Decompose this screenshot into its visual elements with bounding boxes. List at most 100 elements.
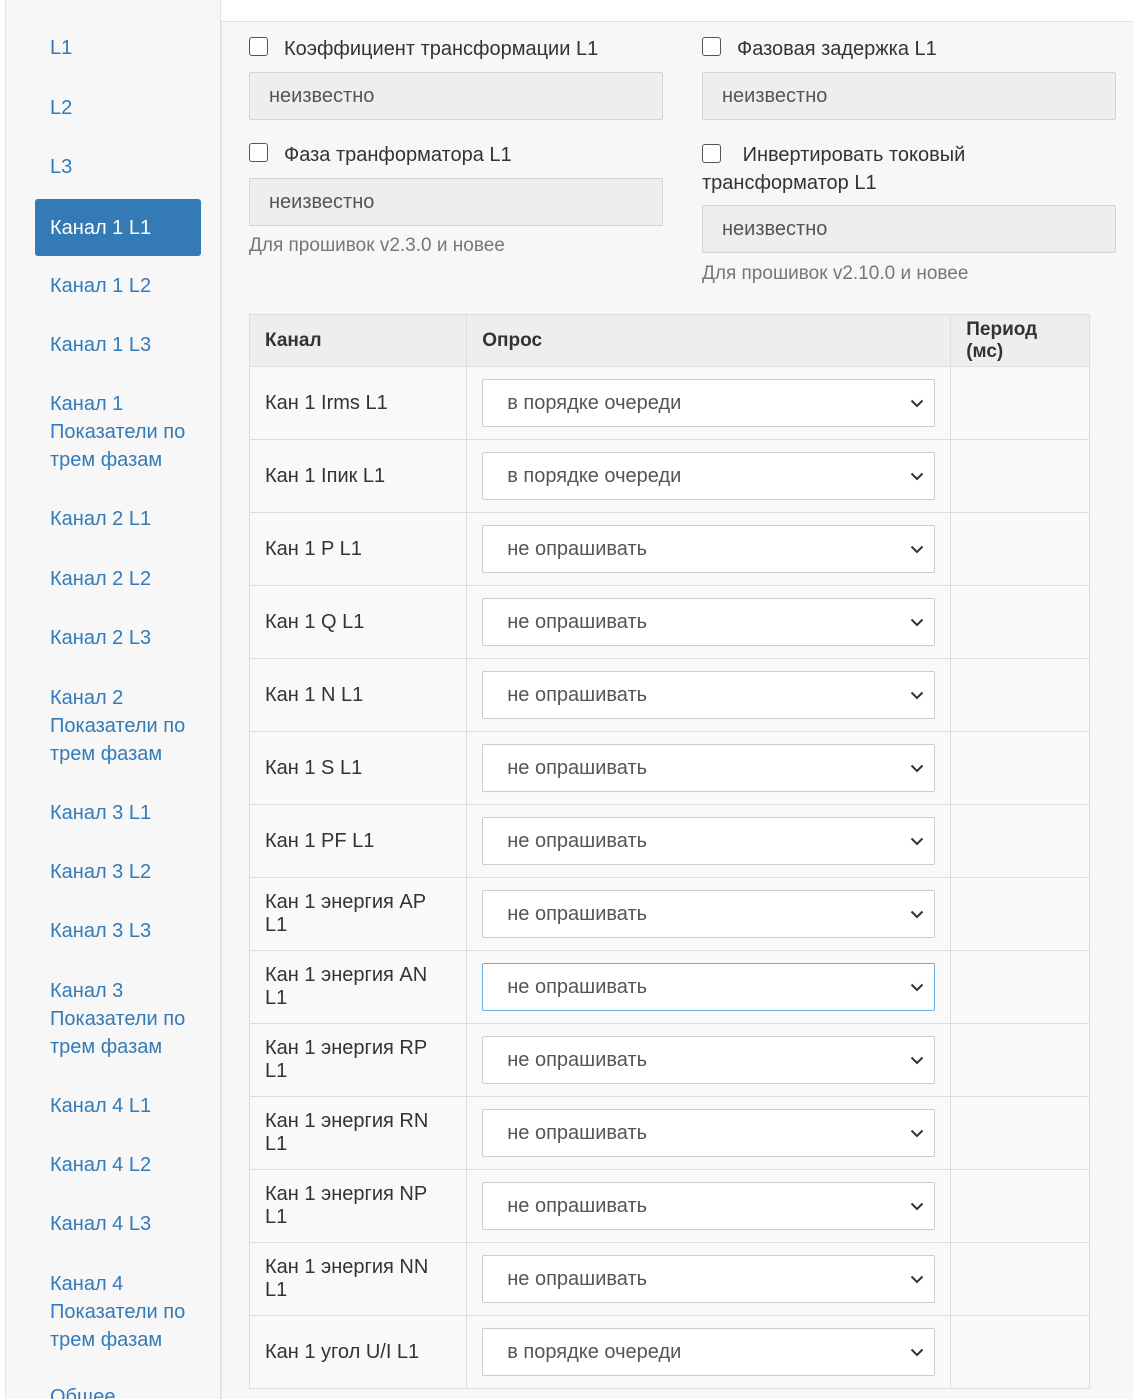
channel-name: Кан 1 Iпик L1 [248,439,468,513]
period-cell [950,877,1090,951]
header-poll: Опрос [466,314,952,367]
nav-item-channel2-three-phase[interactable]: Канал 2 Показатели по трем фазам [35,684,201,768]
nav-item-channel3-l1[interactable]: Канал 3 L1 [35,799,201,827]
poll-select[interactable]: не опрашивать [482,817,936,865]
poll-select[interactable]: в порядке очереди [482,452,936,500]
poll-cell: не опрашивать [466,804,952,878]
poll-select[interactable]: в порядке очереди [482,379,936,427]
poll-select[interactable]: не опрашивать [482,598,936,646]
poll-select[interactable]: не опрашивать [482,744,936,792]
poll-select-value: не опрашивать [507,1267,648,1290]
header-channel: Канал [248,314,468,367]
channel-name: Кан 1 Q L1 [248,585,468,659]
table-row: Кан 1 Irms L1 в порядке очереди [248,366,1090,440]
poll-select[interactable]: в порядке очереди [482,1328,936,1376]
nav-item-channel3-l3[interactable]: Канал 3 L3 [35,917,201,945]
poll-select[interactable]: не опрашивать [482,1255,936,1303]
phase-field: неизвестно [249,178,663,226]
poll-cell: в порядке очереди [466,366,952,440]
header-period: Период (мс) [950,314,1090,367]
chevron-down-icon [911,1202,924,1211]
channel-name: Кан 1 энергия AP L1 [248,877,468,951]
phase-checkbox[interactable] [249,143,268,162]
poll-select-value: не опрашивать [507,1121,648,1144]
poll-select-value: не опрашивать [507,683,648,706]
invert-checkbox[interactable] [702,144,721,163]
invert-label: Инвертировать токовый трансформатор L1 [702,144,966,194]
nav-item-channel3-l2[interactable]: Канал 3 L2 [35,858,201,886]
channel-name: Кан 1 энергия AN L1 [248,950,468,1024]
nav-item-channel4-three-phase[interactable]: Канал 4 Показатели по трем фазам [35,1270,201,1354]
poll-cell: не опрашивать [466,950,952,1024]
period-cell [950,1023,1090,1097]
chevron-down-icon [911,1275,924,1284]
chevron-down-icon [911,1129,924,1138]
nav-item-channel2-l3[interactable]: Канал 2 L3 [35,624,201,652]
invert-hint: Для прошивок v2.10.0 и новее [702,263,969,284]
poll-select[interactable]: не опрашивать [482,890,936,938]
chevron-down-icon [911,691,924,700]
period-cell [950,439,1090,513]
chevron-down-icon [911,983,924,992]
invert-setting: Инвертировать токовый трансформатор L1 [702,141,1116,197]
nav-item-channel2-l2[interactable]: Канал 2 L2 [35,565,201,593]
ratio-field: неизвестно [249,72,663,120]
chevron-down-icon [911,764,924,773]
chevron-down-icon [911,1348,924,1357]
poll-select-value: не опрашивать [507,756,648,779]
period-cell [950,804,1090,878]
nav-item-channel4-l2[interactable]: Канал 4 L2 [35,1151,201,1179]
delay-checkbox[interactable] [702,37,721,56]
table-row: Кан 1 энергия AN L1 не опрашивать [248,950,1090,1024]
nav-item-channel4-l1[interactable]: Канал 4 L1 [35,1092,201,1120]
table-row: Кан 1 энергия RP L1 не опрашивать [248,1023,1090,1097]
table-row: Кан 1 энергия NN L1 не опрашивать [248,1242,1090,1316]
period-cell [950,366,1090,440]
poll-select[interactable]: не опрашивать [482,1036,936,1084]
poll-select-value: в порядке очереди [507,391,682,414]
poll-select-value: не опрашивать [507,829,648,852]
chevron-down-icon [911,837,924,846]
period-cell [950,1169,1090,1243]
nav-item-l1[interactable]: L1 [35,34,201,62]
phase-setting: Фаза транформатора L1 [249,141,512,169]
period-cell [950,1096,1090,1170]
nav-item-channel1-l1[interactable]: Канал 1 L1 [35,199,201,256]
nav-item-channel1-l2[interactable]: Канал 1 L2 [35,272,201,300]
chevron-down-icon [911,910,924,919]
poll-select[interactable]: не опрашивать [482,671,936,719]
channel-name: Кан 1 энергия NN L1 [248,1242,468,1316]
nav-item-general[interactable]: Общее [35,1383,201,1399]
table-row: Кан 1 PF L1 не опрашивать [248,804,1090,878]
nav-item-channel1-l3[interactable]: Канал 1 L3 [35,331,201,359]
channel-name: Кан 1 Irms L1 [248,366,468,440]
channel-name: Кан 1 энергия RP L1 [248,1023,468,1097]
poll-cell: не опрашивать [466,512,952,586]
poll-select[interactable]: не опрашивать [482,1109,936,1157]
phase-hint: Для прошивок v2.3.0 и новее [249,235,505,256]
poll-select[interactable]: не опрашивать [482,963,936,1011]
nav-item-channel4-l3[interactable]: Канал 4 L3 [35,1210,201,1238]
nav-item-channel3-three-phase[interactable]: Канал 3 Показатели по трем фазам [35,977,201,1061]
channel-name: Кан 1 P L1 [248,512,468,586]
poll-cell: не опрашивать [466,731,952,805]
ratio-checkbox[interactable] [249,37,268,56]
ratio-setting: Коэффициент трансформации L1 [249,35,598,63]
delay-label: Фазовая задержка L1 [737,38,937,60]
chevron-down-icon [911,1056,924,1065]
channel-name: Кан 1 PF L1 [248,804,468,878]
nav-item-l3[interactable]: L3 [35,153,201,181]
nav-item-l2[interactable]: L2 [35,94,201,122]
poll-select-value: не опрашивать [507,1194,648,1217]
poll-select[interactable]: не опрашивать [482,525,936,573]
channel-name: Кан 1 энергия RN L1 [248,1096,468,1170]
nav-item-channel2-l1[interactable]: Канал 2 L1 [35,505,201,533]
poll-cell: не опрашивать [466,658,952,732]
channel-name: Кан 1 N L1 [248,658,468,732]
poll-select[interactable]: не опрашивать [482,1182,936,1230]
nav-item-channel1-three-phase[interactable]: Канал 1 Показатели по трем фазам [35,390,201,474]
poll-cell: в порядке очереди [466,439,952,513]
table-row: Кан 1 энергия NP L1 не опрашивать [248,1169,1090,1243]
poll-select-value: не опрашивать [507,975,648,998]
poll-cell: не опрашивать [466,877,952,951]
